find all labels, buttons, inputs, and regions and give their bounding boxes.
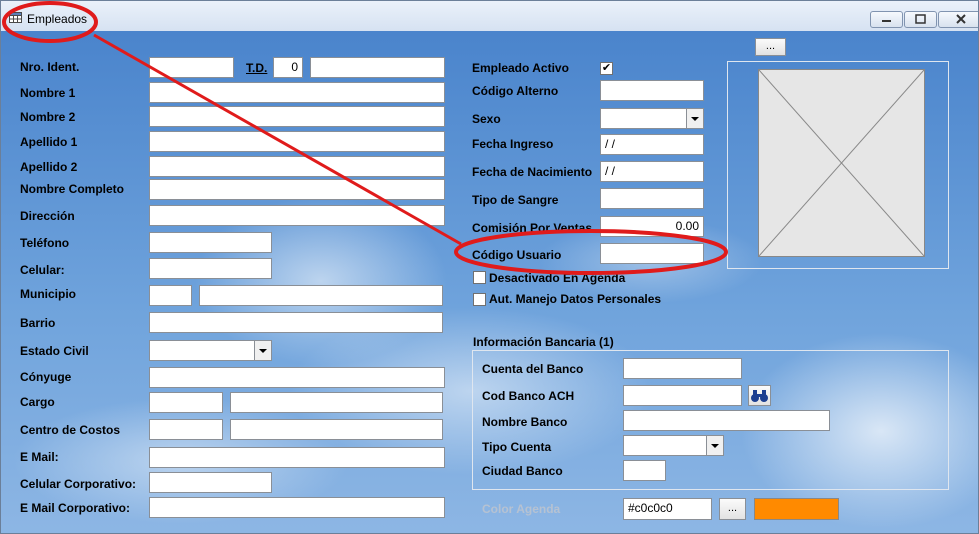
fecha-nacimiento-label: Fecha de Nacimiento [472, 165, 593, 179]
apellido1-label: Apellido 1 [20, 135, 78, 149]
empleado-activo-checkbox[interactable]: ✔ [600, 62, 613, 75]
centro-costos-code-input[interactable] [149, 419, 223, 440]
minimize-button[interactable] [870, 11, 903, 28]
nombre1-label: Nombre 1 [20, 86, 76, 100]
comision-input[interactable]: 0.00 [600, 216, 704, 237]
window-title: Empleados [27, 12, 88, 26]
chevron-down-icon [706, 436, 723, 455]
conyuge-label: Cónyuge [20, 370, 72, 384]
maximize-icon [915, 14, 926, 24]
aut-datos-checkbox[interactable] [473, 293, 486, 306]
barrio-label: Barrio [20, 316, 56, 330]
nombre-completo-label: Nombre Completo [20, 182, 125, 196]
nombre-completo-input[interactable] [149, 179, 445, 200]
email-input[interactable] [149, 447, 445, 468]
sexo-label: Sexo [472, 112, 501, 126]
celular-corp-label: Celular Corporativo: [20, 477, 137, 491]
close-icon [956, 14, 966, 24]
search-bank-button[interactable] [748, 385, 771, 406]
tipo-cuenta-select[interactable] [623, 435, 724, 456]
td-code-input[interactable]: 0 [273, 57, 303, 78]
codigo-usuario-input[interactable] [600, 243, 704, 264]
telefono-label: Teléfono [20, 236, 70, 250]
codigo-alterno-label: Código Alterno [472, 84, 559, 98]
cuenta-banco-input[interactable] [623, 358, 742, 379]
cargo-name-input[interactable] [230, 392, 443, 413]
conyuge-input[interactable] [149, 367, 445, 388]
fecha-nacimiento-input[interactable]: / / [600, 161, 704, 182]
bank-section-title: Información Bancaria (1) [473, 335, 614, 349]
codigo-usuario-label: Código Usuario [472, 248, 562, 262]
municipio-code-input[interactable] [149, 285, 192, 306]
chevron-down-icon [686, 109, 703, 128]
desactivado-agenda-checkbox[interactable] [473, 271, 486, 284]
municipio-name-input[interactable] [199, 285, 443, 306]
ciudad-banco-label: Ciudad Banco [482, 464, 563, 478]
minimize-icon [882, 20, 891, 22]
tipo-sangre-label: Tipo de Sangre [472, 193, 559, 207]
image-placeholder-icon [758, 69, 925, 257]
color-agenda-input[interactable]: #c0c0c0 [623, 498, 712, 520]
email-corp-input[interactable] [149, 497, 445, 518]
ciudad-banco-input[interactable] [623, 460, 666, 481]
aut-datos-label: Aut. Manejo Datos Personales [489, 292, 662, 306]
telefono-input[interactable] [149, 232, 272, 253]
centro-costos-label: Centro de Costos [20, 423, 121, 437]
cod-ach-label: Cod Banco ACH [482, 389, 575, 403]
centro-costos-name-input[interactable] [230, 419, 443, 440]
nombre2-label: Nombre 2 [20, 110, 76, 124]
title-bar: Empleados [1, 1, 978, 31]
celular-corp-input[interactable] [149, 472, 272, 493]
cod-ach-input[interactable] [623, 385, 742, 406]
employees-window: Empleados Nro. Ident. T.D. 0 Nombre 1 No… [0, 0, 979, 534]
estado-civil-select[interactable] [149, 340, 272, 361]
cuenta-banco-label: Cuenta del Banco [482, 362, 584, 376]
cargo-code-input[interactable] [149, 392, 223, 413]
apellido1-input[interactable] [149, 131, 445, 152]
nombre-banco-label: Nombre Banco [482, 415, 568, 429]
desactivado-agenda-label: Desactivado En Agenda [489, 271, 626, 285]
nro-ident-input[interactable] [149, 57, 234, 78]
direccion-input[interactable] [149, 205, 445, 226]
celular-input[interactable] [149, 258, 272, 279]
tipo-cuenta-label: Tipo Cuenta [482, 440, 552, 454]
tipo-sangre-input[interactable] [600, 188, 704, 209]
nombre1-input[interactable] [149, 82, 445, 103]
direccion-label: Dirección [20, 209, 75, 223]
celular-label: Celular: [20, 263, 65, 277]
color-agenda-label: Color Agenda [482, 502, 561, 516]
apellido2-input[interactable] [149, 156, 445, 177]
empleado-activo-label: Empleado Activo [472, 61, 569, 75]
sexo-select[interactable] [600, 108, 704, 129]
chevron-down-icon [254, 341, 271, 360]
cargo-label: Cargo [20, 395, 55, 409]
comision-label: Comisión Por Ventas [472, 221, 593, 235]
td-description-input[interactable] [310, 57, 445, 78]
barrio-input[interactable] [149, 312, 443, 333]
codigo-alterno-input[interactable] [600, 80, 704, 101]
color-swatch [754, 498, 839, 520]
estado-civil-label: Estado Civil [20, 344, 89, 358]
email-label: E Mail: [20, 450, 59, 464]
td-link[interactable]: T.D. [246, 61, 267, 75]
photo-browse-button[interactable]: ... [755, 38, 786, 56]
photo-placeholder[interactable] [758, 69, 925, 257]
fecha-ingreso-label: Fecha Ingreso [472, 137, 554, 151]
fecha-ingreso-input[interactable]: / / [600, 134, 704, 155]
color-picker-button[interactable]: ... [719, 498, 746, 520]
nro-ident-label: Nro. Ident. [20, 60, 80, 74]
email-corp-label: E Mail Corporativo: [20, 501, 131, 515]
municipio-label: Municipio [20, 287, 76, 301]
apellido2-label: Apellido 2 [20, 160, 78, 174]
table-icon [9, 12, 22, 23]
maximize-button[interactable] [904, 11, 937, 28]
nombre-banco-input[interactable] [623, 410, 830, 431]
close-button[interactable] [938, 11, 978, 28]
binoculars-icon [751, 390, 768, 402]
nombre2-input[interactable] [149, 106, 445, 127]
